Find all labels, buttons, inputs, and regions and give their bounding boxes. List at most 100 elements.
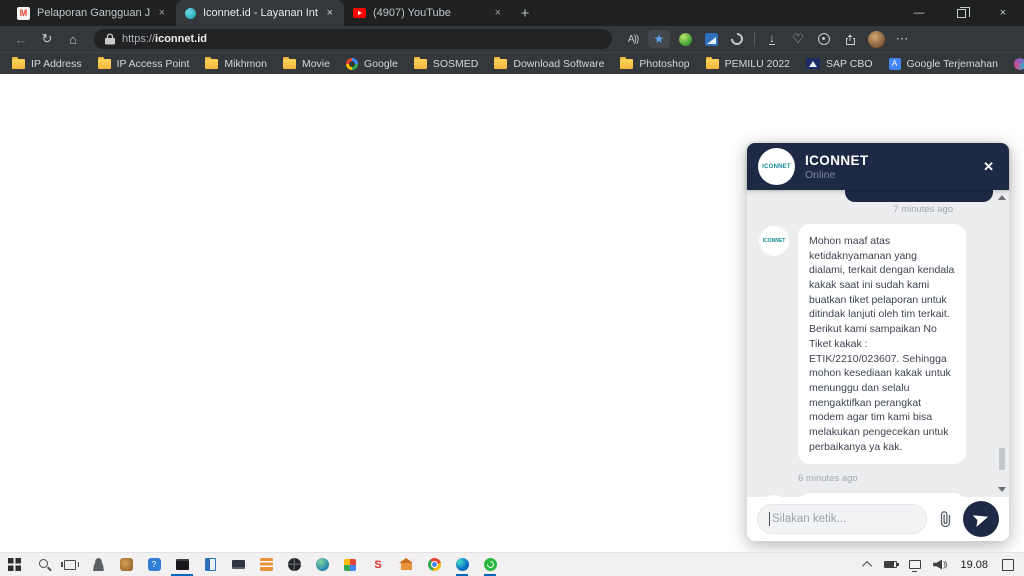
search-icon [38, 559, 48, 568]
close-window-button[interactable]: × [982, 0, 1024, 26]
desktop-screen: M Pelaporan Gangguan Jaringan La × Iconn… [0, 0, 1024, 576]
gmail-favicon-icon: M [17, 6, 30, 20]
timestamp-top: 7 minutes ago [893, 204, 953, 215]
restore-button[interactable] [940, 0, 982, 26]
open-app-edge[interactable] [448, 553, 476, 576]
iconnet-favicon-icon [185, 7, 196, 19]
taskbar-search-button[interactable] [28, 553, 56, 576]
settings-more-button[interactable]: ⋯ [889, 28, 915, 50]
tab-gmail-pelaporan[interactable]: M Pelaporan Gangguan Jaringan La × [8, 0, 176, 26]
pinned-app-dark-globe[interactable] [280, 553, 308, 576]
pinned-app-document[interactable] [196, 553, 224, 576]
share-button[interactable] [837, 28, 863, 50]
url-host: iconnet.id [155, 33, 207, 45]
chrome-icon [427, 558, 441, 571]
chat-input-bar [747, 497, 1009, 541]
pinned-app-orange-box[interactable] [252, 553, 280, 576]
bookmark-folder-mikhmon[interactable]: Mikhmon [205, 57, 267, 70]
bookmark-folder-ip-address[interactable]: IP Address [12, 57, 82, 70]
pinned-app-globe[interactable] [308, 553, 336, 576]
open-app-whatsapp[interactable] [476, 553, 504, 576]
favorite-star-button[interactable]: ★ [646, 28, 672, 50]
download-icon: ↓ [769, 31, 775, 45]
copilot-button[interactable] [811, 28, 837, 50]
back-button[interactable]: ← [8, 28, 34, 50]
read-aloud-button[interactable]: A)) [620, 28, 646, 50]
bookmark-sap-cbo[interactable]: SAP CBO [806, 58, 873, 70]
chat-scrollbar[interactable] [995, 192, 1008, 495]
browser-titlebar: M Pelaporan Gangguan Jaringan La × Iconn… [0, 0, 1024, 26]
tab-title: Pelaporan Gangguan Jaringan La [37, 7, 150, 19]
scrollbar-thumb[interactable] [999, 448, 1005, 470]
bookmark-folder-movie[interactable]: Movie [282, 57, 330, 70]
new-tab-button[interactable]: + [512, 0, 538, 26]
home-app-icon [399, 558, 413, 570]
send-message-button[interactable] [963, 501, 999, 537]
tab-close-icon[interactable]: × [325, 7, 335, 19]
terminal-window-icon [175, 559, 189, 570]
pinned-app-person[interactable] [84, 553, 112, 576]
pinned-app-color-grid[interactable] [336, 553, 364, 576]
sap-favicon-icon [806, 58, 821, 69]
chat-close-button[interactable]: ✕ [979, 157, 998, 177]
bookmark-folder-sosmed[interactable]: SOSMED [413, 57, 478, 70]
text-cursor [769, 512, 770, 526]
home-button[interactable]: ⌂ [60, 28, 86, 50]
tray-battery[interactable] [878, 553, 903, 576]
bookmark-google[interactable]: Google [345, 57, 398, 70]
paperclip-icon [940, 511, 951, 527]
bookmark-label: IP Access Point [116, 57, 190, 70]
action-center-icon [1002, 558, 1014, 571]
pinned-app-orange[interactable] [112, 553, 140, 576]
laptop-app-icon [231, 560, 245, 569]
tab-youtube[interactable]: (4907) YouTube × [344, 0, 512, 26]
minimize-button[interactable]: — [898, 0, 940, 26]
pinned-app-red-s[interactable]: S [364, 553, 392, 576]
profile-button[interactable] [863, 28, 889, 50]
toolbar-divider [754, 32, 755, 46]
bookmark-folder-ip-access-point[interactable]: IP Access Point [97, 57, 190, 70]
start-button[interactable] [0, 553, 28, 576]
bookmark-google-terjemahan[interactable]: A Google Terjemahan [888, 57, 998, 70]
refresh-button[interactable]: ↻ [34, 28, 60, 50]
browser-essentials-button[interactable]: ♡ [785, 28, 811, 50]
chat-text-input[interactable] [771, 513, 915, 525]
attach-file-button[interactable] [935, 511, 955, 527]
blue-app-icon: ? [147, 558, 161, 571]
taskbar-clock[interactable]: 19.08 [952, 559, 996, 571]
bookmark-folder-download-software[interactable]: Download Software [494, 57, 604, 70]
orange-box-app-icon [259, 558, 273, 571]
chat-input-field[interactable] [757, 504, 927, 534]
open-app-terminal[interactable] [168, 553, 196, 576]
scroll-down-icon[interactable] [998, 487, 1006, 492]
tab-close-icon[interactable]: × [157, 7, 167, 19]
page-content: ICONNET ICONNET Online ✕ 7 minutes ago I… [0, 74, 1024, 552]
bookmark-rsi-ibnu-sina[interactable]: RSI IBNU SINA BUK... [1013, 57, 1024, 70]
share-icon [845, 34, 855, 45]
scroll-up-icon[interactable] [998, 195, 1006, 200]
extension-idm-button[interactable] [672, 28, 698, 50]
bookmark-folder-photoshop[interactable]: Photoshop [620, 57, 690, 70]
extension-screenshot-button[interactable] [698, 28, 724, 50]
url-text: https://iconnet.id [122, 33, 207, 45]
pinned-app-laptop[interactable] [224, 553, 252, 576]
bookmark-folder-pemilu-2022[interactable]: PEMILU 2022 [705, 57, 790, 70]
downloads-button[interactable]: ↓ [759, 28, 785, 50]
hand-app-icon [119, 558, 133, 571]
task-view-button[interactable] [56, 553, 84, 576]
folder-icon [494, 57, 508, 69]
bookmark-label: Google Terjemahan [906, 57, 998, 70]
action-center-button[interactable] [996, 553, 1020, 576]
tray-volume[interactable]: )) [927, 553, 952, 576]
iconnet-avatar: ICONNET [758, 148, 795, 185]
extension-darkmode-button[interactable] [724, 28, 750, 50]
address-bar[interactable]: https://iconnet.id [94, 29, 612, 49]
pinned-app-chrome[interactable] [420, 553, 448, 576]
tray-expand-button[interactable] [859, 553, 878, 576]
pinned-app-home[interactable] [392, 553, 420, 576]
tab-close-icon[interactable]: × [493, 7, 503, 19]
tab-iconnet[interactable]: Iconnet.id - Layanan Internet Bro × [176, 0, 344, 26]
pinned-app-blue[interactable]: ? [140, 553, 168, 576]
agent-message-row: ICONNET Mohon maaf atas ketidaknyamanan … [759, 224, 997, 465]
tray-network[interactable] [903, 553, 927, 576]
